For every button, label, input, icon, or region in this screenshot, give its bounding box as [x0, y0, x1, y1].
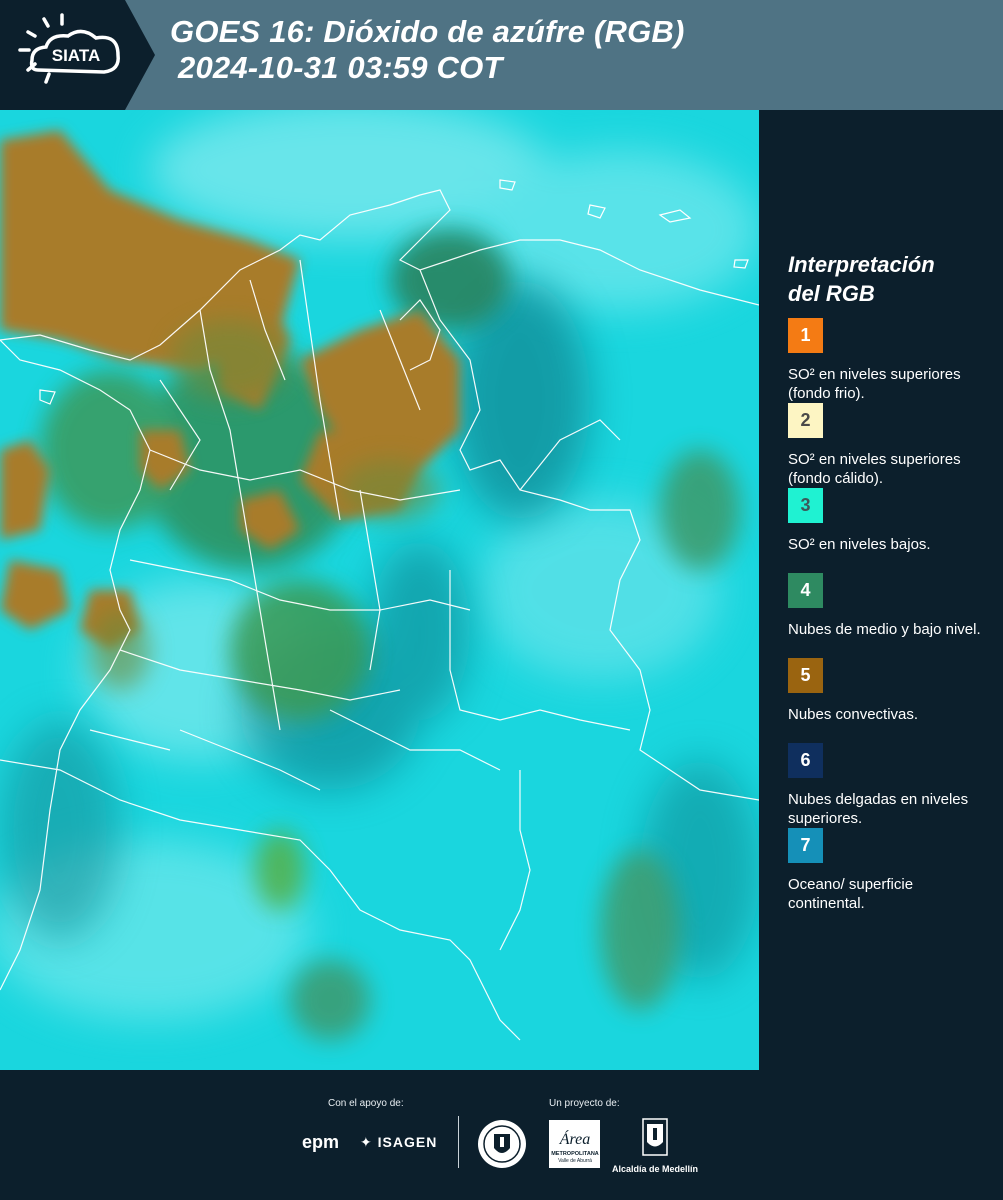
legend-text: Nubes convectivas.	[788, 706, 919, 723]
isagen-logo: ✦ ISAGEN	[360, 1134, 437, 1151]
legend-text: Oceano/ superficie continental.	[788, 876, 914, 912]
project-label: Un proyecto de:	[549, 1098, 620, 1109]
legend-text: Nubes delgadas en niveles superiores.	[788, 791, 969, 827]
legend-item: 2 SO² en niveles superiores (fondo cálido…	[788, 403, 993, 488]
alcaldia-logo: Alcaldía de Medellín	[609, 1118, 701, 1174]
page-title: GOES 16: Dióxido de azúfre (RGB) 2024-10…	[170, 14, 685, 86]
legend-swatch: 7	[788, 828, 823, 863]
title-datetime: 2024-10-31 03:59 COT	[178, 50, 503, 85]
alcaldia-text: Alcaldía de Medellín	[611, 1164, 699, 1174]
legend-text: SO² en niveles superiores (fondo frio).	[788, 366, 961, 402]
isagen-text: ISAGEN	[377, 1134, 438, 1150]
header: SIATA GOES 16: Dióxido de azúfre (RGB) 2…	[0, 0, 1003, 110]
medellin-seal-icon	[478, 1120, 526, 1168]
svg-text:Área: Área	[559, 1129, 591, 1148]
siata-logo: SIATA	[0, 0, 155, 110]
svg-text:Valle de Aburrá: Valle de Aburrá	[558, 1158, 592, 1164]
legend-swatch: 2	[788, 403, 823, 438]
legend-item: 3 SO² en niveles bajos.	[788, 488, 993, 573]
epm-logo: epm	[302, 1132, 340, 1152]
alcaldia-shield-icon	[642, 1118, 668, 1156]
legend-swatch: 6	[788, 743, 823, 778]
siata-logo-text: SIATA	[52, 46, 100, 65]
legend-item: 7 Oceano/ superficie continental.	[788, 828, 993, 913]
legend-swatch: 5	[788, 658, 823, 693]
footer: Con el apoyo de: Un proyecto de: epm ✦ I…	[0, 1070, 1003, 1200]
legend-items: 1 SO² en niveles superiores (fondo frio).…	[788, 318, 993, 913]
legend-title-line2: del RGB	[788, 281, 875, 306]
legend-item: 6 Nubes delgadas en niveles superiores.	[788, 743, 993, 828]
legend-text: Nubes de medio y bajo nivel.	[788, 621, 981, 638]
svg-text:METROPOLITANA: METROPOLITANA	[551, 1151, 599, 1157]
legend-title-line1: Interpretación	[788, 252, 935, 277]
legend-swatch: 3	[788, 488, 823, 523]
title-product: GOES 16: Dióxido de azúfre (RGB)	[170, 14, 685, 49]
legend: Interpretación del RGB 1 SO² en niveles s…	[788, 250, 993, 913]
area-metropolitana-logo: Área METROPOLITANA Valle de Aburrá	[549, 1120, 600, 1168]
legend-swatch: 4	[788, 573, 823, 608]
legend-item: 5 Nubes convectivas.	[788, 658, 993, 743]
legend-item: 1 SO² en niveles superiores (fondo frio).	[788, 318, 993, 403]
isagen-icon: ✦	[360, 1134, 373, 1150]
legend-text: SO² en niveles superiores (fondo cálido)…	[788, 451, 961, 487]
footer-divider	[458, 1116, 459, 1168]
satellite-image	[0, 110, 759, 1070]
legend-swatch: 1	[788, 318, 823, 353]
legend-item: 4 Nubes de medio y bajo nivel.	[788, 573, 993, 658]
legend-text: SO² en niveles bajos.	[788, 536, 931, 553]
satellite-map	[0, 110, 759, 1070]
legend-title: Interpretación del RGB	[788, 250, 993, 308]
support-label: Con el apoyo de:	[328, 1098, 404, 1109]
